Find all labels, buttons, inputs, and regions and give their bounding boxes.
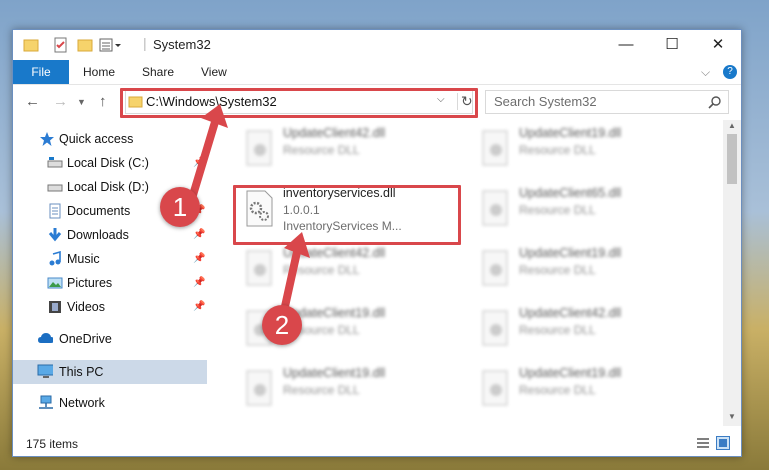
annotation-arrows [189, 104, 310, 315]
callout-step-1: 1 [160, 187, 200, 227]
callout-step-2: 2 [262, 305, 302, 345]
